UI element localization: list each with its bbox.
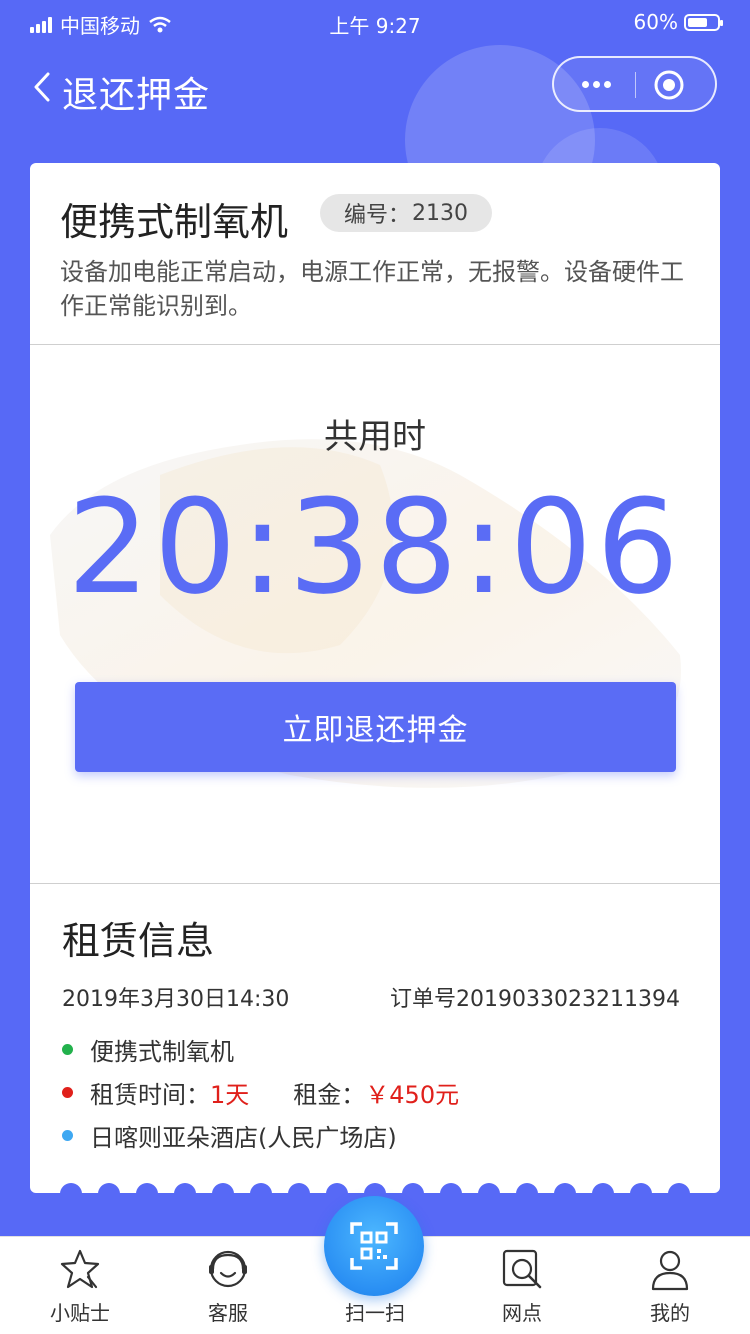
capsule-divider — [635, 72, 636, 98]
device-name: 便携式制氧机 — [60, 200, 289, 244]
star-tip-icon — [60, 1249, 100, 1289]
list-item: 租赁时间： 1天 租金： ￥450元 — [62, 1075, 459, 1110]
back-button[interactable] — [28, 70, 58, 104]
list-item: 便携式制氧机 — [62, 1032, 234, 1067]
rental-info-section: 租赁信息 2019年3月30日14:30 订单号2019033023211394… — [30, 884, 720, 1193]
list-item: 日喀则亚朵酒店(人民广场店) — [62, 1118, 397, 1153]
order-number: 订单号2019033023211394 — [390, 987, 680, 1012]
nav-bar: 退还押金 — [0, 56, 750, 120]
status-bar: 中国移动 上午 9:27 60% — [0, 0, 750, 44]
tab-mine[interactable]: 我的 — [610, 1237, 730, 1334]
device-number-label: 编号： — [344, 203, 411, 228]
timer-label: 共用时 — [324, 417, 426, 457]
headset-icon — [209, 1250, 247, 1288]
miniprogram-capsule — [552, 56, 717, 112]
rental-item-name: 便携式制氧机 — [90, 1038, 234, 1066]
rental-duration-value: 1天 — [210, 1081, 250, 1109]
battery-icon — [684, 13, 723, 31]
more-button[interactable] — [554, 58, 634, 110]
rental-info-title: 租赁信息 — [62, 919, 215, 963]
device-header: 便携式制氧机 编号： 2130 设备加电能正常启动，电源工作正常，无报警。设备硬… — [30, 163, 720, 345]
page-title: 退还押金 — [62, 75, 211, 116]
location-search-icon — [502, 1249, 542, 1289]
chevron-left-icon — [34, 72, 50, 102]
scalloped-edge — [30, 1183, 720, 1193]
usage-timer: 20:38:06 — [67, 471, 683, 623]
device-number-badge: 编号： 2130 — [320, 194, 493, 232]
red-dot-icon — [62, 1087, 73, 1098]
green-dot-icon — [62, 1044, 73, 1055]
rental-date: 2019年3月30日14:30 — [62, 987, 290, 1012]
battery-percent: 60% — [633, 10, 678, 34]
target-close-icon — [654, 70, 684, 100]
tab-label: 扫一扫 — [345, 1301, 405, 1325]
rental-location: 日喀则亚朵酒店(人民广场店) — [90, 1124, 397, 1152]
tab-outlets[interactable]: 网点 — [462, 1237, 582, 1334]
rental-card: 便携式制氧机 编号： 2130 设备加电能正常启动，电源工作正常，无报警。设备硬… — [30, 163, 720, 1193]
close-miniprogram-button[interactable] — [650, 66, 688, 104]
rent-price-value: ￥450元 — [365, 1081, 460, 1109]
tab-customer-service[interactable]: 客服 — [168, 1237, 288, 1334]
blue-dot-icon — [62, 1130, 73, 1141]
device-number: 2130 — [412, 200, 469, 226]
rental-duration-label: 租赁时间： — [90, 1081, 210, 1109]
qr-scan-icon — [350, 1222, 398, 1270]
refund-deposit-button[interactable]: 立即退还押金 — [75, 682, 676, 772]
device-description: 设备加电能正常启动，电源工作正常，无报警。设备硬件工作正常能识别到。 — [60, 258, 684, 320]
usage-timer-section: 共用时 20:38:06 立即退还押金 — [30, 345, 720, 883]
tab-label: 小贴士 — [50, 1301, 110, 1325]
rent-price-label: 租金： — [293, 1081, 366, 1109]
scan-button[interactable] — [324, 1196, 424, 1296]
user-icon — [651, 1250, 689, 1291]
more-dots-icon — [582, 81, 589, 88]
tab-label: 我的 — [650, 1301, 690, 1325]
tab-tips[interactable]: 小贴士 — [20, 1237, 140, 1334]
tab-label: 客服 — [208, 1301, 248, 1325]
tab-label: 网点 — [502, 1301, 542, 1325]
